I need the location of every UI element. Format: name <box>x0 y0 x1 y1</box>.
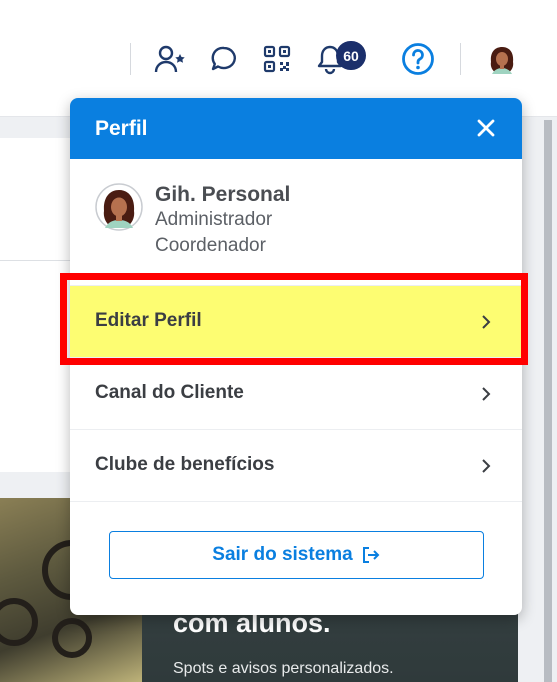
menu-item-canal-do-cliente[interactable]: Canal do Cliente <box>70 357 522 429</box>
popup-title: Perfil <box>95 117 148 140</box>
profile-name: Gih. Personal <box>155 183 291 206</box>
user-avatar[interactable] <box>485 42 519 76</box>
profile-role: Administrador <box>155 209 273 230</box>
chevron-right-icon <box>482 459 491 473</box>
promo-subtitle: Spots e avisos personalizados. <box>173 660 394 677</box>
logout-icon <box>362 547 380 563</box>
profile-avatar <box>95 183 143 231</box>
menu-item-clube-de-beneficios[interactable]: Clube de benefícios <box>70 429 522 501</box>
qr-code-icon[interactable] <box>260 42 294 76</box>
menu-item-label: Canal do Cliente <box>95 382 244 403</box>
chat-icon[interactable] <box>207 42 241 76</box>
page-scrollbar[interactable] <box>544 120 552 682</box>
chevron-right-icon <box>482 387 491 401</box>
highlight-annotation <box>60 273 528 365</box>
divider <box>0 260 80 261</box>
notification-badge: 60 <box>336 41 366 70</box>
help-icon[interactable] <box>401 42 435 76</box>
user-star-icon[interactable] <box>153 42 187 76</box>
popup-header: Perfil <box>70 98 522 159</box>
menu-item-label: Clube de benefícios <box>95 454 275 475</box>
logout-button[interactable]: Sair do sistema <box>109 531 484 579</box>
close-icon[interactable] <box>472 114 500 142</box>
logout-label: Sair do sistema <box>212 544 353 565</box>
header-divider <box>130 43 131 75</box>
header-divider <box>460 43 461 75</box>
profile-role: Coordenador <box>155 235 266 256</box>
divider <box>70 501 522 503</box>
